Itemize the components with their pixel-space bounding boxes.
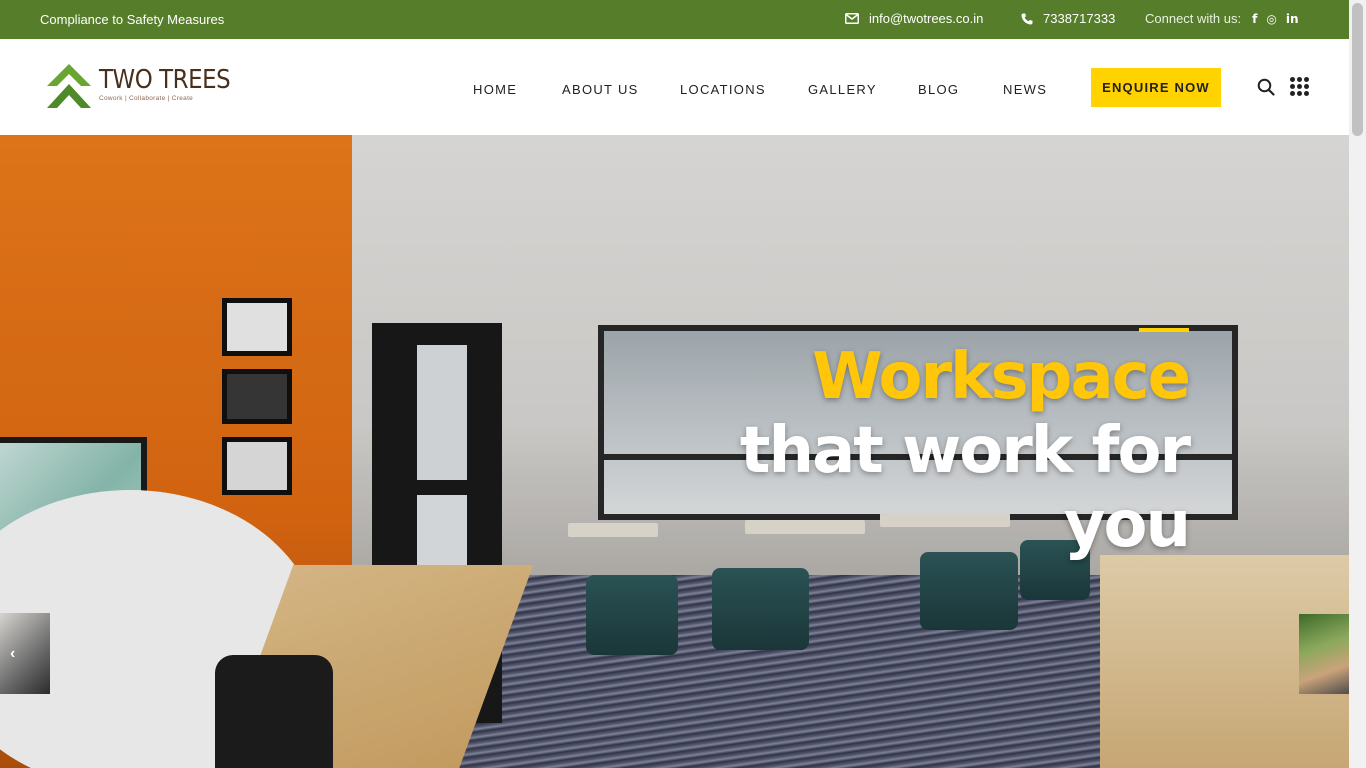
logo-title: TWO TREES [99, 65, 231, 95]
linkedin-icon[interactable]: in [1286, 12, 1299, 26]
phone-text: 7338717333 [1043, 11, 1116, 26]
hero-slider: Workspace that work for you ‹ [0, 135, 1349, 768]
nav-gallery[interactable]: GALLERY [808, 82, 877, 97]
hero-headline: Workspace that work for you [739, 340, 1191, 562]
menu-grid-icon[interactable] [1290, 77, 1309, 96]
social-links: Connect with us: f ◎ in [1145, 11, 1298, 26]
tree-chevrons-icon [45, 62, 93, 115]
logo-tagline: Cowork | Collaborate | Create [99, 95, 194, 102]
phone-contact[interactable]: 7338717333 [1021, 11, 1115, 26]
nav-locations[interactable]: LOCATIONS [680, 82, 766, 97]
scrollbar-thumb[interactable] [1352, 3, 1363, 136]
hero-title-line2: that work for [739, 414, 1191, 488]
instagram-icon[interactable]: ◎ [1266, 12, 1276, 26]
hero-title-line1: Workspace [812, 340, 1191, 414]
enquire-now-button[interactable]: ENQUIRE NOW [1091, 68, 1221, 107]
safety-notice-link[interactable]: Compliance to Safety Measures [40, 12, 224, 27]
email-contact[interactable]: info@twotrees.co.in [845, 11, 983, 26]
main-header: TWO TREES Cowork | Collaborate | Create … [0, 39, 1349, 135]
nav-news[interactable]: NEWS [1003, 82, 1047, 97]
hero-accent-line [1139, 328, 1189, 332]
chevron-left-icon: ‹ [10, 645, 16, 662]
nav-home[interactable]: HOME [473, 82, 517, 97]
phone-icon [1021, 13, 1033, 25]
slider-prev-thumbnail[interactable]: ‹ [0, 613, 50, 694]
hero-title-line3: you [1063, 488, 1191, 562]
nav-blog[interactable]: BLOG [918, 82, 959, 97]
top-bar: Compliance to Safety Measures info@twotr… [0, 0, 1349, 39]
slider-next-thumbnail[interactable] [1299, 614, 1349, 694]
email-text: info@twotrees.co.in [869, 11, 984, 26]
page-scrollbar[interactable] [1349, 0, 1366, 768]
search-icon[interactable] [1257, 78, 1275, 101]
envelope-icon [845, 13, 859, 24]
nav-about-us[interactable]: ABOUT US [562, 82, 639, 97]
connect-label: Connect with us: [1145, 11, 1242, 26]
logo[interactable]: TWO TREES Cowork | Collaborate | Create [45, 62, 248, 115]
facebook-icon[interactable]: f [1252, 12, 1257, 26]
